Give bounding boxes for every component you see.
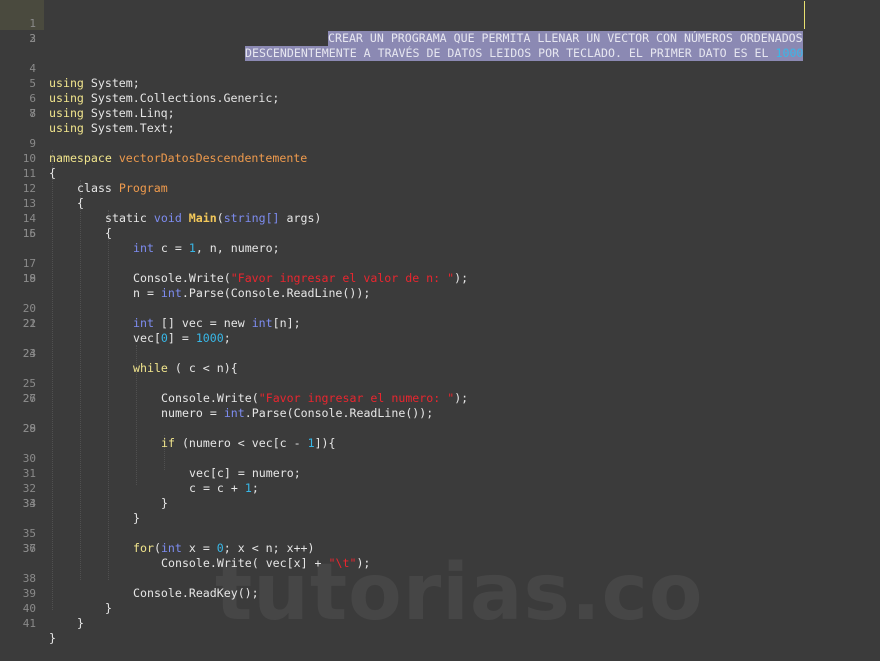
code-line-9[interactable]: 9 namespace vectorDatosDescendentemente — [0, 121, 880, 165]
code-line-7[interactable]: 7 using System.Text; — [0, 91, 880, 135]
line-number: 27 — [22, 392, 36, 405]
code-text: } — [49, 631, 56, 645]
code-line-17[interactable]: 17 Console.Write("Favor ingresar el valo… — [0, 241, 880, 285]
line-number: 24 — [22, 347, 36, 360]
line-number: 3 — [29, 32, 36, 45]
code-line-13[interactable]: 13 static void Main(string[] args) — [0, 181, 880, 225]
code-line-34[interactable]: 34 — [0, 496, 880, 511]
line-number: 41 — [22, 617, 36, 630]
code-line-11[interactable]: 11 class Program — [0, 151, 880, 195]
code-line-30[interactable]: 30 vec[c] = numero; — [0, 436, 880, 480]
code-line-31[interactable]: 31 c = c + 1; — [0, 451, 880, 495]
code-editor[interactable]: 1 CREAR UN PROGRAMA QUE PERMITA LLENAR U… — [0, 0, 880, 645]
code-line-3[interactable]: 3 — [0, 31, 880, 46]
code-line-28[interactable]: 28 if (numero < vec[c - 1]){ — [0, 406, 880, 450]
code-line-1[interactable]: 1 CREAR UN PROGRAMA QUE PERMITA LLENAR U… — [0, 1, 880, 46]
code-line-8[interactable]: 8 — [0, 106, 880, 121]
code-line-36[interactable]: 36 Console.Write( vec[x] + "\t"); — [0, 526, 880, 570]
code-line-21[interactable]: 21 vec[0] = 1000; — [0, 301, 880, 345]
code-line-5[interactable]: 5 using System.Collections.Generic; — [0, 61, 880, 105]
code-line-12[interactable]: 12 { — [0, 166, 880, 210]
code-line-25[interactable]: 25 Console.Write("Favor ingresar el nume… — [0, 361, 880, 405]
code-text: } — [77, 616, 84, 630]
code-line-15[interactable]: 15 int c = 1, n, numero; — [0, 211, 880, 255]
line-number: 34 — [22, 497, 36, 510]
line-number: 37 — [22, 542, 36, 555]
code-line-24[interactable]: 24 — [0, 346, 880, 361]
code-line-14[interactable]: 14 { — [0, 196, 880, 240]
code-line-35[interactable]: 35 for(int x = 0; x < n; x++) — [0, 511, 880, 555]
line-number: 16 — [22, 227, 36, 240]
code-line-33[interactable]: 33 } — [0, 481, 880, 525]
code-line-19[interactable]: 19 — [0, 271, 880, 286]
line-number: 8 — [29, 107, 36, 120]
code-line-26[interactable]: 26 numero = int.Parse(Console.ReadLine()… — [0, 376, 880, 420]
code-line-29[interactable]: 29 — [0, 421, 880, 436]
code-line-27[interactable]: 27 — [0, 391, 880, 406]
line-number: 22 — [22, 317, 36, 330]
code-line-32[interactable]: 32 } — [0, 466, 880, 510]
code-line-6[interactable]: 6 using System.Linq; — [0, 76, 880, 120]
code-line-22[interactable]: 22 — [0, 316, 880, 331]
text-cursor — [804, 1, 805, 29]
code-line-18[interactable]: 18 n = int.Parse(Console.ReadLine()); — [0, 256, 880, 300]
code-line-4[interactable]: 4 using System; — [0, 46, 880, 90]
code-line-16[interactable]: 16 — [0, 226, 880, 241]
watermark: tutorias.co — [215, 548, 704, 638]
code-line-20[interactable]: 20 int [] vec = new int[n]; — [0, 286, 880, 330]
line-number: 19 — [22, 272, 36, 285]
code-line-23[interactable]: 23 while ( c < n){ — [0, 331, 880, 375]
code-line-10[interactable]: 10 { — [0, 136, 880, 180]
code-line-2[interactable]: 2 DESCENDENTEMENTE A TRAVÉS DE DATOS LEI… — [0, 16, 880, 61]
line-number: 29 — [22, 422, 36, 435]
